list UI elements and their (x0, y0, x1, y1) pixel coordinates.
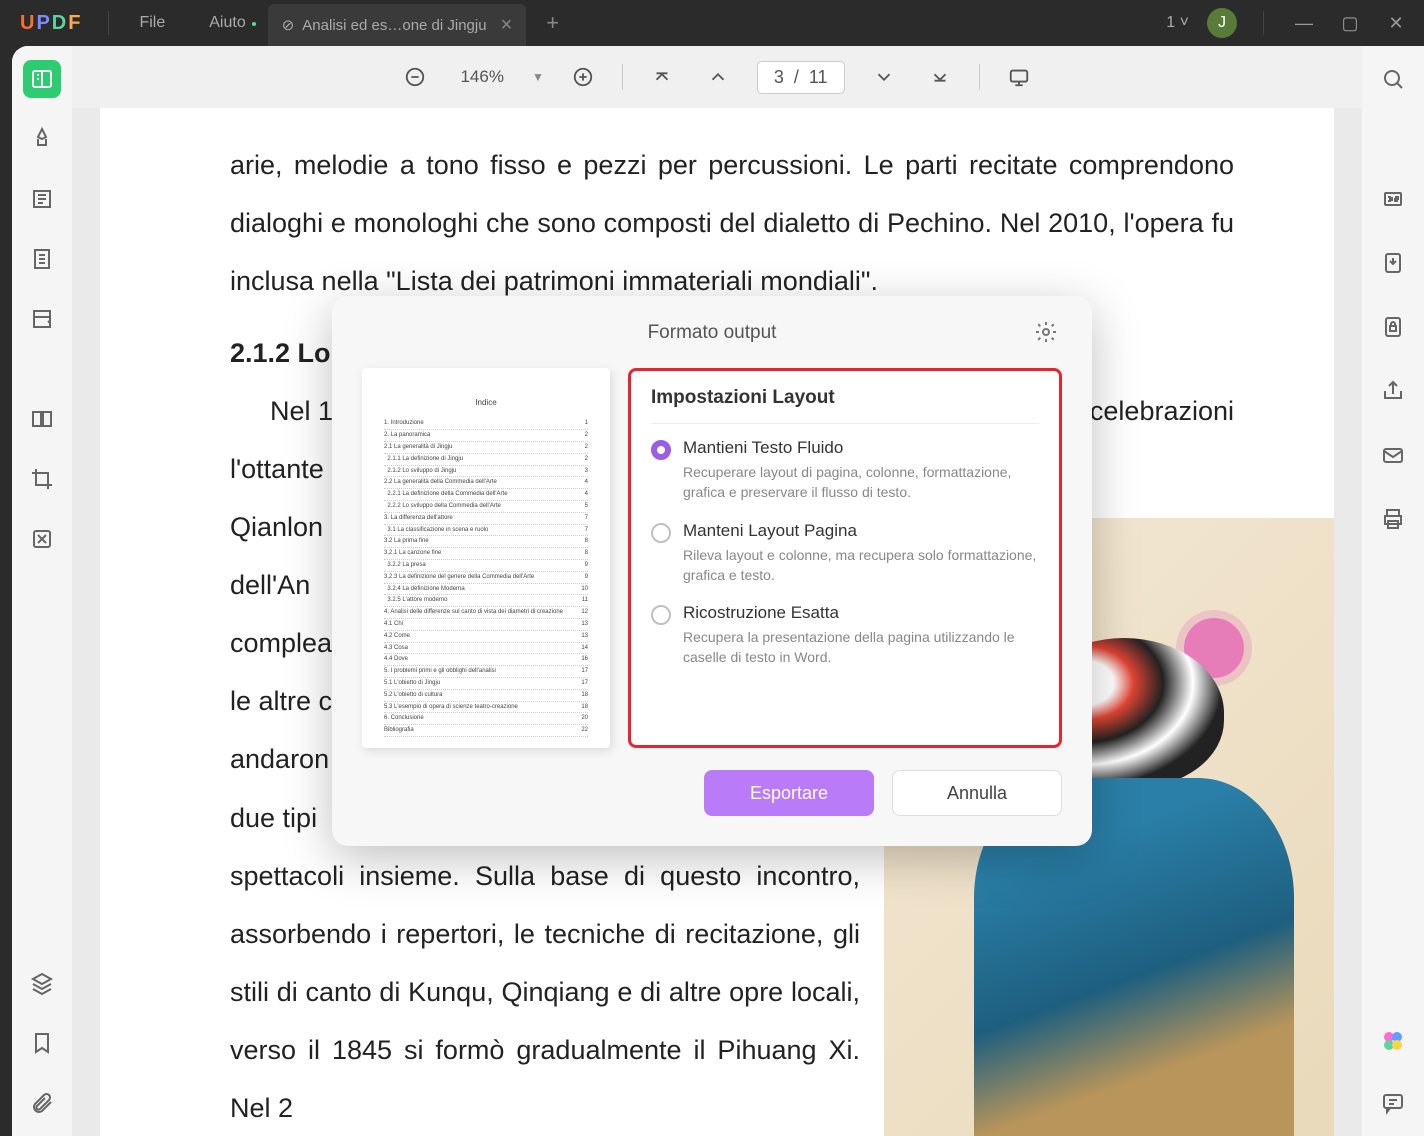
layout-settings-title: Impostazioni Layout (651, 387, 1039, 424)
modal-backdrop: Formato output Indice 1. Introduzione1 2… (0, 0, 1424, 1136)
radio-label: Ricostruzione Esatta (683, 603, 1039, 623)
modal-title: Formato output (648, 322, 777, 344)
export-button[interactable]: Esportare (704, 770, 874, 816)
radio-flowing-text[interactable]: Mantieni Testo Fluido Recuperare layout … (651, 438, 1039, 503)
radio-description: Rileva layout e colonne, ma recupera sol… (683, 545, 1039, 586)
preview-panel: Indice 1. Introduzione1 2. La panoramica… (362, 368, 610, 748)
radio-icon (651, 440, 671, 460)
radio-exact[interactable]: Ricostruzione Esatta Recupera la present… (651, 603, 1039, 668)
radio-label: Manteni Layout Pagina (683, 521, 1039, 541)
cancel-button[interactable]: Annulla (892, 770, 1062, 816)
modal-settings-button[interactable] (1034, 320, 1058, 349)
radio-description: Recuperare layout di pagina, colonne, fo… (683, 462, 1039, 503)
radio-icon (651, 523, 671, 543)
radio-page-layout[interactable]: Manteni Layout Pagina Rileva layout e co… (651, 521, 1039, 586)
radio-description: Recupera la presentazione della pagina u… (683, 627, 1039, 668)
radio-icon (651, 605, 671, 625)
layout-settings-panel: Impostazioni Layout Mantieni Testo Fluid… (628, 368, 1062, 748)
radio-label: Mantieni Testo Fluido (683, 438, 1039, 458)
export-modal: Formato output Indice 1. Introduzione1 2… (332, 296, 1092, 846)
